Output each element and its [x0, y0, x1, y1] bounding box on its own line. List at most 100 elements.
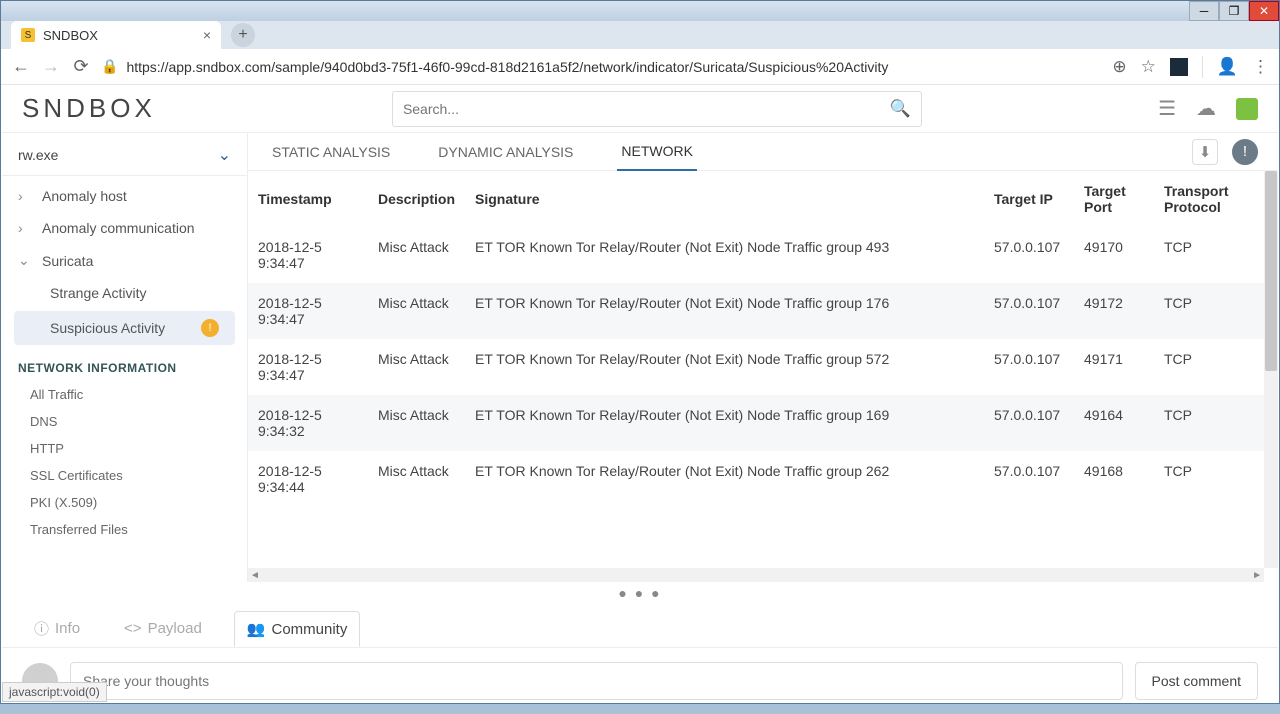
table-cell: TCP [1154, 227, 1264, 283]
comment-row: Post comment [2, 648, 1278, 714]
download-icon[interactable]: ⬇ [1192, 139, 1218, 165]
col-signature: Signature [465, 171, 984, 227]
tab-title: SNDBOX [43, 28, 195, 43]
table-cell: Misc Attack [368, 451, 465, 507]
post-comment-button[interactable]: Post comment [1135, 662, 1258, 700]
table-cell: 2018-12-5 9:34:32 [248, 395, 368, 451]
sidebar-heading-network-info: NETWORK INFORMATION [2, 347, 247, 381]
divider [1202, 56, 1203, 78]
browser-tab[interactable]: S SNDBOX × [11, 21, 221, 49]
sidebar-item-suricata[interactable]: ⌄ Suricata [2, 244, 247, 277]
sidebar-link-transferred-files[interactable]: Transferred Files [2, 516, 247, 543]
table-row[interactable]: 2018-12-5 9:34:32Misc AttackET TOR Known… [248, 395, 1264, 451]
table-cell: 2018-12-5 9:34:44 [248, 451, 368, 507]
extension-icon[interactable] [1170, 58, 1188, 76]
sidebar-link-ssl[interactable]: SSL Certificates [2, 462, 247, 489]
table-cell: Misc Attack [368, 395, 465, 451]
table-cell: ET TOR Known Tor Relay/Router (Not Exit)… [465, 227, 984, 283]
table-cell: 49168 [1074, 451, 1154, 507]
info-icon[interactable]: ! [1232, 139, 1258, 165]
tab-static-analysis[interactable]: STATIC ANALYSIS [268, 134, 394, 170]
drag-handle-icon[interactable]: ● ● ● [2, 582, 1278, 604]
lock-icon: 🔒 [101, 58, 118, 75]
analysis-tabs: STATIC ANALYSIS DYNAMIC ANALYSIS NETWORK… [248, 133, 1278, 171]
tab-dynamic-analysis[interactable]: DYNAMIC ANALYSIS [434, 134, 577, 170]
chevron-down-icon: ⌄ [18, 252, 32, 269]
table-row[interactable]: 2018-12-5 9:34:47Misc AttackET TOR Known… [248, 227, 1264, 283]
sidebar-link-pki[interactable]: PKI (X.509) [2, 489, 247, 516]
star-icon[interactable]: ☆ [1141, 57, 1156, 77]
table-cell: TCP [1154, 283, 1264, 339]
sidebar-link-http[interactable]: HTTP [2, 435, 247, 462]
table-row[interactable]: 2018-12-5 9:34:44Misc AttackET TOR Known… [248, 451, 1264, 507]
table-cell: 57.0.0.107 [984, 283, 1074, 339]
new-tab-button[interactable]: + [231, 23, 255, 47]
col-description: Description [368, 171, 465, 227]
back-icon[interactable]: ← [11, 56, 31, 77]
zoom-icon[interactable]: ⊕ [1112, 57, 1126, 77]
window-minimize-button[interactable]: ─ [1189, 1, 1219, 21]
address-bar: ← → ⟳ 🔒 https://app.sndbox.com/sample/94… [1, 49, 1279, 85]
tab-label: Payload [148, 620, 202, 637]
chevron-right-icon: › [18, 188, 32, 204]
table-cell: 2018-12-5 9:34:47 [248, 227, 368, 283]
sidebar-subitem-suspicious-activity[interactable]: Suspicious Activity ! [14, 311, 235, 345]
forward-icon[interactable]: → [41, 56, 61, 77]
window-close-button[interactable]: ✕ [1249, 1, 1279, 21]
list-icon[interactable]: ☰ [1158, 96, 1176, 121]
table-cell: ET TOR Known Tor Relay/Router (Not Exit)… [465, 395, 984, 451]
col-transport-protocol: Transport Protocol [1154, 171, 1264, 227]
table-row[interactable]: 2018-12-5 9:34:47Misc AttackET TOR Known… [248, 283, 1264, 339]
table-cell: Misc Attack [368, 283, 465, 339]
table-cell: ET TOR Known Tor Relay/Router (Not Exit)… [465, 339, 984, 395]
menu-icon[interactable]: ⋮ [1252, 57, 1269, 77]
search-input[interactable] [403, 101, 890, 117]
tab-label: Community [271, 621, 347, 638]
search-box[interactable]: 🔍 [392, 91, 922, 127]
sidebar-item-anomaly-communication[interactable]: › Anomaly communication [2, 212, 247, 244]
table-cell: 49170 [1074, 227, 1154, 283]
table-cell: 57.0.0.107 [984, 451, 1074, 507]
people-icon: 👥 [247, 620, 266, 638]
window-maximize-button[interactable]: ❐ [1219, 1, 1249, 21]
vertical-scrollbar[interactable] [1264, 171, 1278, 568]
reload-icon[interactable]: ⟳ [71, 56, 91, 77]
table-row[interactable]: 2018-12-5 9:34:47Misc AttackET TOR Known… [248, 339, 1264, 395]
file-selector[interactable]: rw.exe ⌄ [18, 145, 231, 165]
sidebar-item-anomaly-host[interactable]: › Anomaly host [2, 180, 247, 212]
table-cell: 49172 [1074, 283, 1154, 339]
sidebar-link-dns[interactable]: DNS [2, 408, 247, 435]
divider [2, 175, 247, 176]
table-cell: 49171 [1074, 339, 1154, 395]
table-cell: 57.0.0.107 [984, 339, 1074, 395]
sidebar-label: Anomaly host [42, 188, 127, 204]
chevron-down-icon: ⌄ [218, 145, 231, 165]
horizontal-scrollbar[interactable]: ◄► [248, 568, 1264, 582]
url-field[interactable]: 🔒 https://app.sndbox.com/sample/940d0bd3… [101, 58, 1102, 75]
main-panel: STATIC ANALYSIS DYNAMIC ANALYSIS NETWORK… [248, 133, 1278, 582]
table-cell: 2018-12-5 9:34:47 [248, 283, 368, 339]
sidebar-link-all-traffic[interactable]: All Traffic [2, 381, 247, 408]
col-target-port: Target Port [1074, 171, 1154, 227]
profile-icon[interactable]: 👤 [1217, 57, 1238, 77]
comment-input[interactable] [70, 662, 1123, 700]
tab-info[interactable]: ⓘ Info [22, 610, 92, 647]
favicon-icon: S [21, 28, 35, 42]
search-icon[interactable]: 🔍 [890, 99, 911, 119]
tab-community[interactable]: 👥 Community [234, 611, 361, 647]
sidebar-label: Suricata [42, 253, 93, 269]
table-header-row: Timestamp Description Signature Target I… [248, 171, 1264, 227]
table-cell: 57.0.0.107 [984, 395, 1074, 451]
url-text: https://app.sndbox.com/sample/940d0bd3-7… [126, 59, 888, 75]
tab-payload[interactable]: <> Payload [112, 612, 214, 645]
window-titlebar: ─ ❐ ✕ [1, 1, 1279, 21]
lower-tabs: ⓘ Info <> Payload 👥 Community [2, 604, 1278, 648]
chevron-right-icon: › [18, 220, 32, 236]
upload-icon[interactable]: ☁ [1196, 96, 1216, 121]
avatar-icon[interactable] [1236, 98, 1258, 120]
alert-badge: ! [201, 319, 219, 337]
table-cell: Misc Attack [368, 339, 465, 395]
tab-network[interactable]: NETWORK [617, 133, 697, 171]
sidebar-subitem-strange-activity[interactable]: Strange Activity [2, 277, 247, 309]
tab-close-icon[interactable]: × [203, 27, 211, 43]
